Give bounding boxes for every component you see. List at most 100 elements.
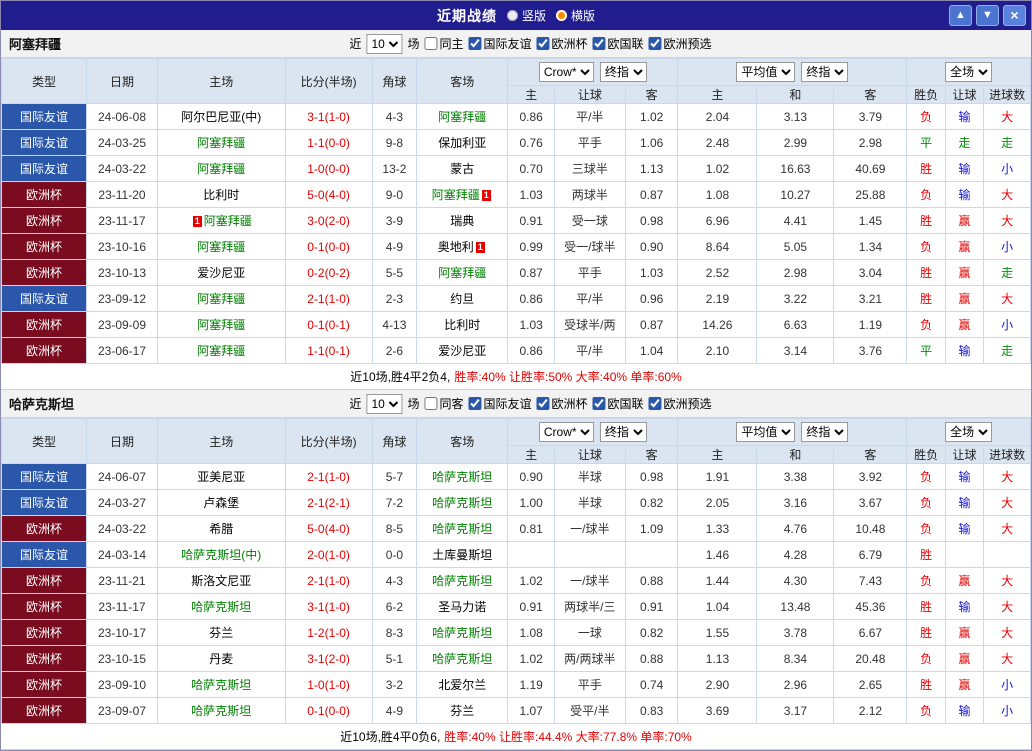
league-filter-euro[interactable]: 欧洲杯 xyxy=(536,395,587,412)
view-option-horizontal[interactable]: 横版 xyxy=(556,7,595,24)
match-row: 欧洲杯24-03-22希腊5-0(4-0)8-5哈萨克斯坦0.81一/球半1.0… xyxy=(2,516,1031,542)
avg-home-cell: 1.55 xyxy=(678,620,757,646)
league-filter-euroqual-input[interactable] xyxy=(649,37,662,50)
avg-time-select[interactable]: 终指 xyxy=(801,422,848,442)
filter-bar: 近 10 场 同客 国际友谊 欧洲杯 欧国联 欧洲预选 xyxy=(349,394,711,414)
away-team-cell: 保加利亚 xyxy=(417,130,508,156)
team-name: 瑞典 xyxy=(450,214,474,228)
same-venue-checkbox[interactable]: 同客 xyxy=(424,395,463,412)
handicap-result-cell: 输 xyxy=(945,490,983,516)
league-filter-euroqual-input[interactable] xyxy=(649,397,662,410)
league-filter-friendly-input[interactable] xyxy=(468,37,481,50)
league-cell: 国际友谊 xyxy=(2,490,87,516)
odds-away-cell: 0.98 xyxy=(625,464,678,490)
section-header-bar: 哈萨克斯坦 近 10 场 同客 国际友谊 欧洲杯 欧国联 欧洲预选 xyxy=(1,390,1031,418)
avg-draw-cell: 3.14 xyxy=(757,338,834,364)
winlose-result-cell: 胜 xyxy=(907,286,945,312)
corner-cell: 8-5 xyxy=(372,516,417,542)
team-name: 哈萨克斯坦 xyxy=(432,522,492,536)
match-count-select[interactable]: 10 xyxy=(366,34,402,54)
team-name: 蒙古 xyxy=(450,162,474,176)
league-filter-euroqual[interactable]: 欧洲预选 xyxy=(649,35,712,52)
col-header-away: 客场 xyxy=(417,419,508,464)
date-cell: 23-10-13 xyxy=(87,260,158,286)
away-team-cell: 约旦 xyxy=(417,286,508,312)
home-team-cell: 1阿塞拜疆 xyxy=(157,208,285,234)
corner-cell: 3-9 xyxy=(372,208,417,234)
league-filter-nations-input[interactable] xyxy=(593,397,606,410)
league-filter-nations[interactable]: 欧国联 xyxy=(593,35,644,52)
avg-away-cell: 3.21 xyxy=(834,286,907,312)
odds-home-cell: 0.81 xyxy=(508,516,555,542)
avg-time-select[interactable]: 终指 xyxy=(801,62,848,82)
team-name: 希腊 xyxy=(209,522,233,536)
odds-away-cell: 1.06 xyxy=(625,130,678,156)
winlose-result-cell: 负 xyxy=(907,698,945,724)
subcol-result-goals: 进球数 xyxy=(984,86,1031,104)
odds-source-select[interactable]: Crow* xyxy=(539,422,594,442)
league-filter-friendly[interactable]: 国际友谊 xyxy=(468,35,531,52)
odds-home-cell: 0.87 xyxy=(508,260,555,286)
league-filter-euro-input[interactable] xyxy=(536,37,549,50)
league-filter-nations-input[interactable] xyxy=(593,37,606,50)
view-option-vertical[interactable]: 竖版 xyxy=(507,7,546,24)
odds-home-cell: 1.03 xyxy=(508,312,555,338)
avg-away-cell: 6.67 xyxy=(834,620,907,646)
subcol-result-handicap: 让球 xyxy=(945,446,983,464)
handicap-cell xyxy=(554,542,625,568)
subcol-result-goals: 进球数 xyxy=(984,446,1031,464)
winlose-result-cell: 平 xyxy=(907,338,945,364)
scroll-down-button[interactable]: ▼ xyxy=(976,5,999,26)
goals-result-cell: 走 xyxy=(984,260,1031,286)
winlose-result-cell: 负 xyxy=(907,490,945,516)
same-venue-checkbox-input[interactable] xyxy=(424,37,437,50)
team-name: 斯洛文尼亚 xyxy=(191,574,251,588)
match-count-select[interactable]: 10 xyxy=(366,394,402,414)
league-filter-friendly-input[interactable] xyxy=(468,397,481,410)
titlebar: 近期战绩 竖版 横版 ▲ ▼ × xyxy=(1,1,1031,30)
avg-source-select[interactable]: 平均值 xyxy=(736,62,795,82)
avg-draw-cell: 4.76 xyxy=(757,516,834,542)
odds-time-select[interactable]: 终指 xyxy=(600,422,647,442)
section-header-bar: 阿塞拜疆 近 10 场 同主 国际友谊 欧洲杯 欧国联 欧洲预选 xyxy=(1,30,1031,58)
odds-source-select[interactable]: Crow* xyxy=(539,62,594,82)
team-name: 阿塞拜疆 xyxy=(197,136,245,150)
league-filter-euroqual[interactable]: 欧洲预选 xyxy=(649,395,712,412)
corner-cell: 6-2 xyxy=(372,594,417,620)
team-name: 约旦 xyxy=(450,292,474,306)
odds-away-cell: 0.83 xyxy=(625,698,678,724)
same-venue-checkbox[interactable]: 同主 xyxy=(424,35,463,52)
winlose-result-cell: 负 xyxy=(907,312,945,338)
away-team-cell: 奥地利1 xyxy=(417,234,508,260)
matches-tbody: 国际友谊24-06-08阿尔巴尼亚(中)3-1(1-0)4-3阿塞拜疆0.86平… xyxy=(2,104,1031,364)
avg-away-cell: 3.76 xyxy=(834,338,907,364)
near-label: 近 xyxy=(349,395,361,412)
period-select[interactable]: 全场 xyxy=(945,422,992,442)
handicap-cell: 平/半 xyxy=(554,104,625,130)
handicap-cell: 平/半 xyxy=(554,286,625,312)
match-row: 欧洲杯23-10-13爱沙尼亚0-2(0-2)5-5阿塞拜疆0.87平手1.03… xyxy=(2,260,1031,286)
period-select[interactable]: 全场 xyxy=(945,62,992,82)
corner-cell: 4-3 xyxy=(372,568,417,594)
same-venue-checkbox-input[interactable] xyxy=(424,397,437,410)
league-cell: 欧洲杯 xyxy=(2,568,87,594)
corner-cell: 5-1 xyxy=(372,646,417,672)
scroll-up-button[interactable]: ▲ xyxy=(949,5,972,26)
league-filter-euro[interactable]: 欧洲杯 xyxy=(536,35,587,52)
odds-away-cell: 1.13 xyxy=(625,156,678,182)
away-team-cell: 哈萨克斯坦 xyxy=(417,620,508,646)
handicap-result-cell: 输 xyxy=(945,182,983,208)
league-filter-euro-input[interactable] xyxy=(536,397,549,410)
odds-time-select[interactable]: 终指 xyxy=(600,62,647,82)
match-row: 国际友谊24-03-27卢森堡2-1(2-1)7-2哈萨克斯坦1.00半球0.8… xyxy=(2,490,1031,516)
goals-result-cell: 大 xyxy=(984,620,1031,646)
col-header-date: 日期 xyxy=(87,59,158,104)
avg-home-cell: 1.02 xyxy=(678,156,757,182)
avg-source-select[interactable]: 平均值 xyxy=(736,422,795,442)
winlose-result-cell: 胜 xyxy=(907,260,945,286)
match-row: 国际友谊24-03-14哈萨克斯坦(中)2-0(1-0)0-0土库曼斯坦1.46… xyxy=(2,542,1031,568)
away-team-cell: 哈萨克斯坦 xyxy=(417,490,508,516)
close-button[interactable]: × xyxy=(1003,5,1026,26)
league-filter-friendly[interactable]: 国际友谊 xyxy=(468,395,531,412)
league-filter-nations[interactable]: 欧国联 xyxy=(593,395,644,412)
